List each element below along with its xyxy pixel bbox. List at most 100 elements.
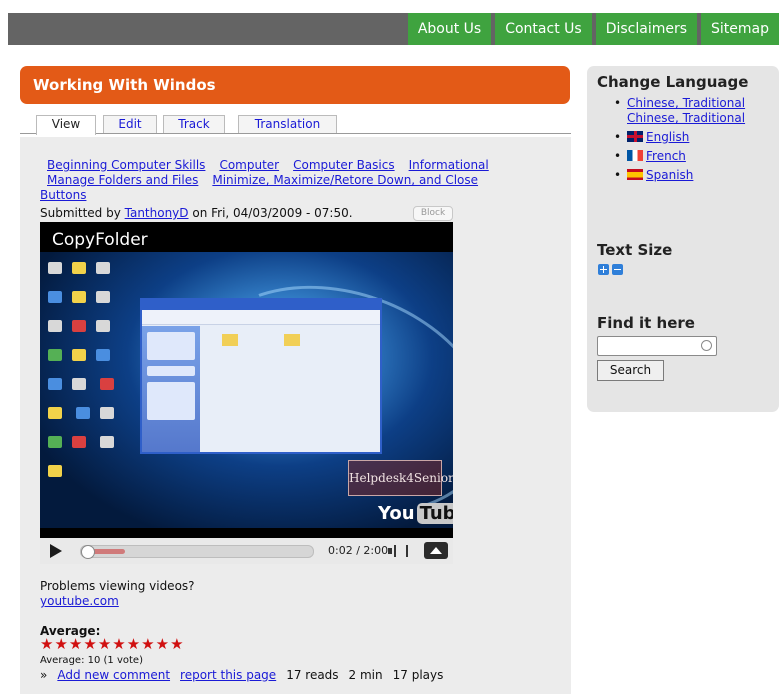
node-links: » Add new comment report this page 17 reads… [40,668,453,683]
search-input[interactable] [597,336,717,356]
rating-star-icon[interactable]: ★ [170,637,183,652]
desktop-icon [99,378,114,390]
uk-flag-icon [627,131,643,142]
author-link[interactable]: TanthonyD [125,206,189,220]
term-link[interactable]: Manage Folders and Files [47,173,198,187]
youtube-logo-you: You [378,503,415,524]
language-item-french: French [610,149,770,164]
desktop-icon [48,320,62,332]
language-list: Chinese, Traditional Chinese, Traditiona… [610,96,770,187]
taxonomy-terms: Beginning Computer Skills Computer Compute… [40,158,537,203]
increase-text-size-icon[interactable] [598,264,609,275]
decrease-text-size-icon[interactable] [612,264,623,275]
block-button[interactable]: Block [413,206,453,221]
desktop-icon [48,465,62,477]
reads-count: 17 reads [286,668,339,682]
desktop-icon [75,407,90,419]
video-player[interactable]: CopyFolder Helpdesk4Seniors You Tub 0:02… [40,222,453,564]
video-title: CopyFolder [52,230,148,250]
term-link[interactable]: Buttons [40,188,86,202]
term-link[interactable]: Computer Basics [293,158,395,172]
term-link[interactable]: Minimize, Maximize/Retore Down, and Clos… [212,173,478,187]
france-flag-icon [627,150,643,161]
rating-star-icon[interactable]: ★ [83,637,96,652]
language-item-chinese: Chinese, Traditional Chinese, Traditiona… [610,96,770,126]
rating-star-icon[interactable]: ★ [127,637,140,652]
top-navigation: About Us Contact Us Disclaimers Sitemap [407,13,779,45]
language-item-spanish: Spanish [610,168,770,183]
desktop-icon [72,378,86,390]
youtube-link[interactable]: youtube.com [40,594,119,608]
submitted-date: on Fri, 04/03/2009 - 07:50. [188,206,353,220]
progress-knob[interactable] [81,545,95,559]
desktop-icon [72,291,86,303]
add-comment-link[interactable]: Add new comment [57,668,170,682]
nav-disclaimers[interactable]: Disclaimers [595,13,698,45]
desktop-icon [48,349,62,361]
find-it-here-title: Find it here [597,314,695,332]
term-link[interactable]: Computer [219,158,279,172]
expand-icon[interactable] [424,542,448,559]
page-title: Working With Windos [20,66,570,104]
language-link-spanish[interactable]: Spanish [646,168,693,182]
tab-track[interactable]: Track [163,115,225,133]
nav-about-us[interactable]: About Us [407,13,492,45]
rating-star-icon[interactable]: ★ [141,637,154,652]
task-pane-box [147,366,195,376]
rating-star-icon[interactable]: ★ [69,637,82,652]
top-bar: About Us Contact Us Disclaimers Sitemap [8,13,779,45]
player-controls: 0:02 / 2:00 [40,538,453,564]
rating-star-icon[interactable]: ★ [98,637,111,652]
task-pane-box [147,332,195,360]
desktop-icon [96,320,110,332]
tab-edit[interactable]: Edit [103,115,157,133]
desktop-icons [44,256,124,488]
report-page-link[interactable]: report this page [180,668,276,682]
video-watermark: Helpdesk4Seniors [348,460,453,496]
rating-summary: Average: 10 (1 vote) [40,655,143,666]
language-link-chinese-traditional[interactable]: Chinese, Traditional [627,96,745,110]
volume-icon[interactable] [388,545,408,557]
rating-star-icon[interactable]: ★ [54,637,67,652]
search-ring-icon [701,340,712,351]
tab-view[interactable]: View [36,115,96,135]
search-button[interactable]: Search [597,360,664,381]
text-size-title: Text Size [597,241,673,259]
submitted-prefix: Submitted by [40,206,125,220]
desktop-icon [48,262,62,274]
progress-bar[interactable] [80,545,314,559]
video-frame[interactable]: Helpdesk4Seniors YouTube [40,252,453,528]
desktop-icon [96,262,110,274]
desktop-icon [96,349,110,361]
rating-star-icon[interactable]: ★ [156,637,169,652]
desktop-icon [72,320,86,332]
problems-block: Problems viewing videos? youtube.com [40,579,195,609]
change-language-title: Change Language [597,73,749,91]
explorer-titlebar [142,300,380,310]
tab-translation[interactable]: Translation [238,115,337,133]
submitted-line: Submitted by TanthonyD on Fri, 04/03/200… [40,206,353,220]
youtube-logo[interactable]: YouTube [378,502,453,526]
explorer-window [140,298,382,454]
desktop-icon [96,291,110,303]
nav-sitemap[interactable]: Sitemap [701,13,779,45]
rating-stars[interactable]: ★ ★ ★ ★ ★ ★ ★ ★ ★ ★ [40,637,184,652]
nav-contact-us[interactable]: Contact Us [495,13,592,45]
raquo-glyph: » [40,668,48,682]
desktop-icon [72,436,86,448]
language-link-chinese-traditional-alt[interactable]: Chinese, Traditional [627,111,745,125]
desktop-icon [99,407,114,419]
term-link[interactable]: Informational [409,158,489,172]
desktop-icon [72,349,86,361]
desktop-icon [48,291,62,303]
term-link[interactable]: Beginning Computer Skills [47,158,205,172]
language-link-english[interactable]: English [646,130,689,144]
folder-icon [284,334,300,346]
folder-icon [222,334,238,346]
rating-star-icon[interactable]: ★ [40,637,53,652]
play-icon[interactable] [50,544,62,558]
rating-star-icon[interactable]: ★ [112,637,125,652]
duration-text: 2 min [348,668,383,682]
desktop-icon [48,436,62,448]
language-link-french[interactable]: French [646,149,686,163]
